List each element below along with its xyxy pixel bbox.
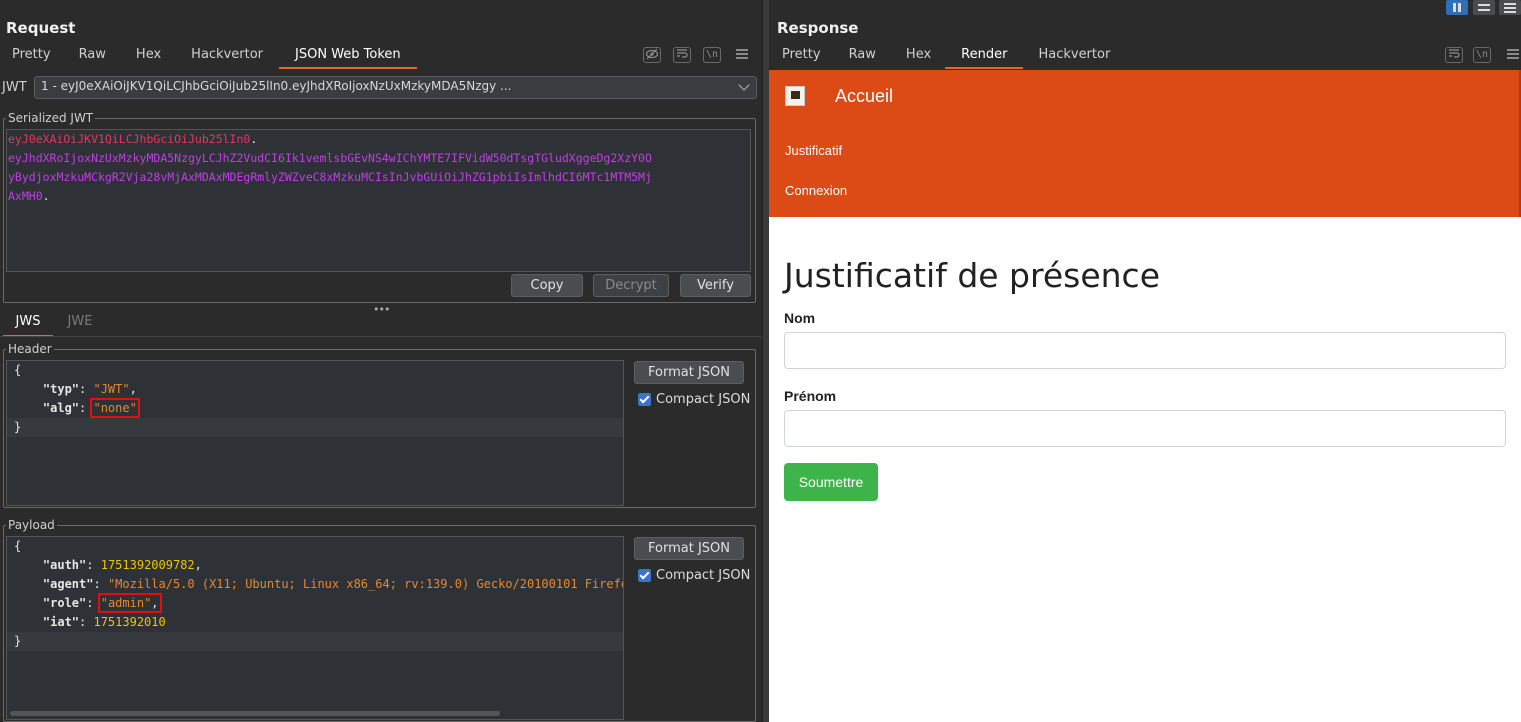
jwt-payload-line: yBydjoxMzkuMCkgR2Vja28vMjAxMDAxMDEgRmlyZ… xyxy=(8,170,652,184)
request-tabs: Pretty Raw Hex Hackvertor JSON Web Token xyxy=(0,45,417,69)
payload-json-editor[interactable]: { "auth": 1751392009782, "agent": "Mozil… xyxy=(6,536,624,720)
hide-icon[interactable] xyxy=(643,47,661,63)
tab-hackvertor[interactable]: Hackvertor xyxy=(179,45,275,69)
nav-brand[interactable]: Accueil xyxy=(835,86,893,107)
jwt-header-part: eyJ0eXAiOiJKV1QiLCJhbGciOiJub25lIn0 xyxy=(8,132,251,146)
chevron-down-icon xyxy=(738,79,750,91)
compact-json-checkbox[interactable]: Compact JSON xyxy=(638,392,750,407)
format-json-button[interactable]: Format JSON xyxy=(634,537,744,560)
jwt-label: JWT xyxy=(2,80,27,95)
prenom-input[interactable] xyxy=(784,410,1506,447)
response-tabs: Pretty Raw Hex Render Hackvertor xyxy=(770,45,1122,69)
role-admin-highlight: "admin", xyxy=(97,593,162,613)
rendered-page: Accueil Justificatif Connexion Justifica… xyxy=(769,70,1521,722)
compact-json-checkbox[interactable]: Compact JSON xyxy=(638,568,750,583)
header-legend: Header xyxy=(8,342,52,356)
prenom-label: Prénom xyxy=(784,388,837,404)
splitter-handle[interactable]: ••• xyxy=(373,303,390,316)
tab-render[interactable]: Render xyxy=(945,45,1024,69)
jwt-select-value: 1 - eyJ0eXAiOiJKV1QiLCJhbGciOiJub25lIn0.… xyxy=(41,79,512,93)
site-logo[interactable] xyxy=(785,86,805,106)
newline-icon[interactable]: \n xyxy=(1473,47,1491,63)
tab-pretty[interactable]: Pretty xyxy=(770,45,833,69)
tab-hackvertor[interactable]: Hackvertor xyxy=(1023,45,1122,69)
compact-json-label: Compact JSON xyxy=(656,568,751,583)
nav-link-justificatif[interactable]: Justificatif xyxy=(785,143,842,158)
divider xyxy=(0,336,762,337)
serialized-jwt-text[interactable]: eyJ0eXAiOiJKV1QiLCJhbGciOiJub25lIn0. eyJ… xyxy=(6,129,751,272)
copy-button[interactable]: Copy xyxy=(511,274,583,297)
jwt-dot: . xyxy=(42,189,50,203)
response-title: Response xyxy=(777,19,859,37)
payload-legend: Payload xyxy=(8,518,55,532)
request-pane: Request Pretty Raw Hex Hackvertor JSON W… xyxy=(0,0,762,722)
menu-icon[interactable] xyxy=(736,49,748,59)
jwt-payload-line: eyJhdXRoIjoxNzUxMzkyMDA5NzgyLCJhZ2VudCI6… xyxy=(8,151,652,165)
code-line: "agent": "Mozilla/5.0 (X11; Ubuntu; Linu… xyxy=(42,577,623,591)
header-json-editor[interactable]: { "typ": "JWT", "alg": "none" } xyxy=(6,360,624,506)
decrypt-button[interactable]: Decrypt xyxy=(593,274,669,297)
tab-pretty[interactable]: Pretty xyxy=(0,45,63,69)
code-line: { xyxy=(14,539,22,553)
newline-icon[interactable]: \n xyxy=(703,47,721,63)
verify-button[interactable]: Verify xyxy=(680,274,751,297)
code-line: "iat": 1751392010 xyxy=(42,615,166,629)
jwt-dot: . xyxy=(250,132,258,146)
nom-input[interactable] xyxy=(784,332,1506,369)
serialized-jwt-legend: Serialized JWT xyxy=(8,111,94,125)
code-line: } xyxy=(7,418,623,437)
layout-side-by-side-icon[interactable] xyxy=(1446,0,1468,15)
jwt-payload-line: AxMH0 xyxy=(8,189,43,203)
alg-none-highlight: "none" xyxy=(90,398,140,418)
menu-icon[interactable] xyxy=(1507,49,1519,59)
code-line: } xyxy=(7,632,623,651)
format-json-button[interactable]: Format JSON xyxy=(634,361,744,384)
tab-raw[interactable]: Raw xyxy=(63,45,122,69)
tab-hex[interactable]: Hex xyxy=(892,45,945,69)
horizontal-scrollbar[interactable] xyxy=(10,711,500,716)
tab-raw[interactable]: Raw xyxy=(833,45,892,69)
layout-tabs-icon[interactable] xyxy=(1499,0,1521,15)
checkbox-checked-icon xyxy=(638,569,651,582)
nav-link-connexion[interactable]: Connexion xyxy=(785,183,847,198)
nom-label: Nom xyxy=(784,310,816,326)
code-line: { xyxy=(14,363,22,377)
submit-button[interactable]: Soumettre xyxy=(784,463,878,501)
code-line: "auth": 1751392009782, xyxy=(42,558,202,572)
tab-jwe[interactable]: JWE xyxy=(58,311,102,337)
code-line: "role": "admin", xyxy=(42,593,162,613)
tab-json-web-token[interactable]: JSON Web Token xyxy=(279,45,417,69)
compact-json-label: Compact JSON xyxy=(656,392,751,407)
wrap-icon[interactable] xyxy=(1445,47,1463,63)
page-title: Justificatif de présence xyxy=(784,256,1161,295)
tab-hex[interactable]: Hex xyxy=(122,45,179,69)
jwt-select[interactable]: 1 - eyJ0eXAiOiJKV1QiLCJhbGciOiJub25lIn0.… xyxy=(34,76,757,99)
code-line: "alg": "none" xyxy=(42,398,140,418)
wrap-icon[interactable] xyxy=(673,47,691,63)
tab-jws[interactable]: JWS xyxy=(3,311,53,337)
request-title: Request xyxy=(6,19,76,37)
layout-stacked-icon[interactable] xyxy=(1473,0,1495,15)
navbar: Accueil Justificatif Connexion xyxy=(769,70,1521,217)
checkbox-checked-icon xyxy=(638,393,651,406)
code-line: "typ": "JWT", xyxy=(42,382,137,396)
pane-divider[interactable] xyxy=(762,0,769,722)
